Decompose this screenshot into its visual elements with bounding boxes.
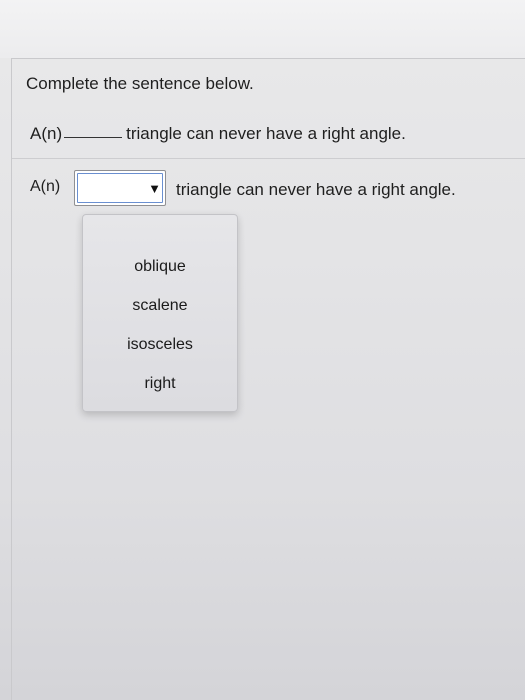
answer-dropdown-select[interactable]: ▼ (74, 170, 166, 206)
question-instruction: Complete the sentence below. (26, 74, 254, 93)
dropdown-option-oblique[interactable]: oblique (83, 253, 237, 292)
dropdown-option-scalene[interactable]: scalene (83, 292, 237, 331)
question-sentence: A(n) triangle can never have a right angl… (30, 124, 406, 144)
dropdown-option-right[interactable]: right (83, 370, 237, 409)
answer-sentence-suffix: triangle can never have a right angle. (176, 180, 456, 199)
triangle-down-icon[interactable]: ▼ (147, 175, 162, 201)
answer-section-divider (12, 158, 525, 159)
dropdown-menu: oblique scalene isosceles right (82, 214, 238, 412)
dropdown-options-list: oblique scalene isosceles right (83, 253, 237, 409)
answer-sentence-prefix: A(n) (30, 178, 61, 195)
sentence-suffix: triangle can never have a right angle. (126, 124, 406, 143)
sentence-prefix: A(n) (30, 124, 63, 143)
content-left-border (11, 58, 12, 700)
top-margin (0, 0, 525, 58)
answer-blank (64, 137, 123, 138)
content-top-divider (12, 58, 525, 59)
dropdown-option-isosceles[interactable]: isosceles (83, 331, 237, 370)
